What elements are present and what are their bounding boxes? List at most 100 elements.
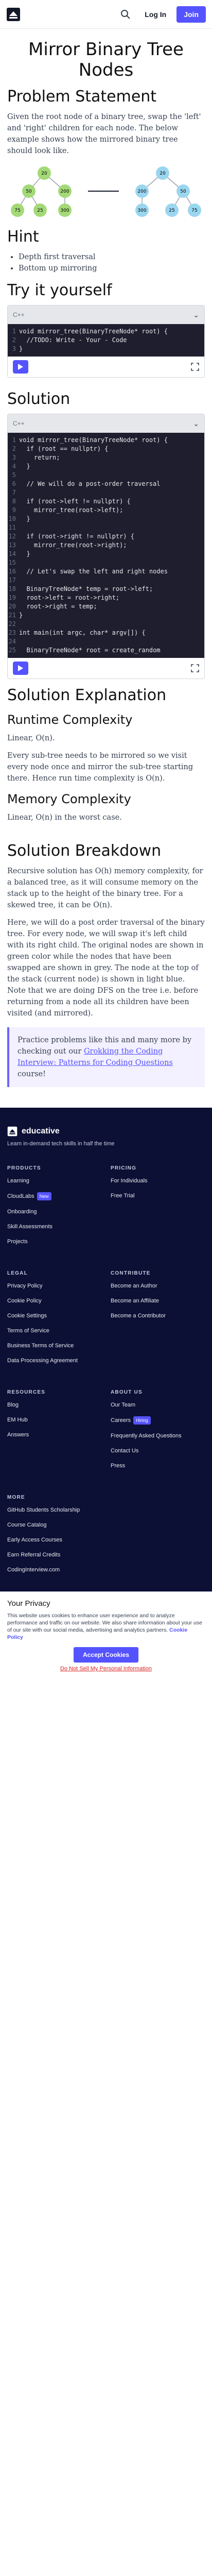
- code-line: 3}: [8, 345, 204, 353]
- code-text: }: [19, 515, 30, 522]
- footer-link-label: Become a Contributor: [111, 1313, 166, 1319]
- code-line: 19 root->left = root->right;: [8, 594, 204, 602]
- line-number: 3: [12, 345, 16, 352]
- try-code-widget: C++ ⌄ 1 void mirror_tree(BinaryTreeNode* …: [7, 305, 205, 378]
- footer-link-label: Free Trial: [111, 1193, 135, 1199]
- footer-link-label: Cookie Policy: [7, 1298, 42, 1304]
- footer-link[interactable]: Business Terms of Service: [7, 1342, 101, 1349]
- footer-link[interactable]: For Individuals: [111, 1177, 205, 1184]
- footer-link[interactable]: Cookie Policy: [7, 1297, 101, 1304]
- code-text: BinaryTreeNode* root = create_random: [19, 647, 161, 654]
- footer-link[interactable]: GitHub Students Scholarship: [7, 1506, 205, 1514]
- footer-link[interactable]: Answers: [7, 1431, 101, 1438]
- code-text: //TODO: Write - Your - Code: [19, 336, 127, 344]
- code-text: }: [19, 463, 30, 470]
- footer-link[interactable]: Terms of Service: [7, 1327, 101, 1334]
- footer-link-label: Contact Us: [111, 1448, 139, 1454]
- footer-link-label: Become an Affiliate: [111, 1298, 159, 1304]
- accept-cookies-button[interactable]: Accept Cookies: [73, 1647, 139, 1663]
- code-line: 2 //TODO: Write - Your - Code: [8, 336, 204, 345]
- footer-link[interactable]: Become a Contributor: [111, 1312, 205, 1319]
- code-line: 18 BinaryTreeNode* temp = root->left;: [8, 585, 204, 594]
- line-number: 7: [12, 489, 16, 496]
- footer-link[interactable]: Skill Assessments: [7, 1223, 101, 1230]
- line-number: 12: [8, 533, 16, 540]
- footer-link[interactable]: CodingInterview.com: [7, 1566, 205, 1573]
- line-number: 17: [8, 577, 16, 584]
- footer-link[interactable]: EM Hub: [7, 1416, 101, 1423]
- code-editor[interactable]: 1 void mirror_tree(BinaryTreeNode* root) …: [8, 324, 204, 357]
- explanation-heading: Solution Explanation: [7, 686, 167, 704]
- footer-link[interactable]: Become an Author: [111, 1282, 205, 1290]
- language-select[interactable]: C++: [13, 311, 25, 318]
- line-number: 24: [8, 638, 16, 645]
- line-number: 2: [12, 445, 16, 452]
- footer-link[interactable]: Learning: [7, 1177, 101, 1184]
- footer-link[interactable]: Projects: [7, 1238, 101, 1245]
- footer-link[interactable]: Become an Affiliate: [111, 1297, 205, 1304]
- footer-link[interactable]: Contact Us: [111, 1447, 205, 1454]
- mirror-tree-diagram: 20 50 200 75 25 300 20 200 50 300 25 75: [11, 166, 201, 217]
- footer-logo[interactable]: educative: [7, 1126, 205, 1137]
- footer-link[interactable]: Free Trial: [111, 1192, 205, 1199]
- code-line: 17: [8, 576, 204, 585]
- footer-link-label: Business Terms of Service: [7, 1343, 74, 1349]
- code-text: root->right = temp;: [19, 603, 97, 610]
- play-icon: [18, 665, 23, 671]
- footer-column: PRODUCTS Learning CloudLabs New Onboarding Sk…: [7, 1165, 101, 1253]
- code-text: void mirror_tree(BinaryTreeNode* root) {: [19, 328, 168, 335]
- tree-node: 50: [22, 184, 36, 198]
- footer-link-label: Answers: [7, 1432, 29, 1438]
- code-line: 25 BinaryTreeNode* root = create_random: [8, 646, 204, 655]
- footer-link[interactable]: Cookie Settings: [7, 1312, 101, 1319]
- footer-column: ABOUT US Our Team Careers Hiring Frequently …: [111, 1389, 205, 1477]
- fullscreen-icon[interactable]: [191, 363, 199, 371]
- footer-tagline: Learn in-demand tech skills in half the …: [7, 1141, 115, 1147]
- footer-column: PRICING For Individuals Free Trial: [111, 1165, 205, 1253]
- line-number: 2: [12, 336, 16, 344]
- footer-link-label: Learning: [7, 1178, 29, 1184]
- footer-link[interactable]: Careers Hiring: [111, 1416, 205, 1425]
- footer-link[interactable]: Our Team: [111, 1401, 205, 1409]
- footer-link[interactable]: Onboarding: [7, 1208, 101, 1215]
- fullscreen-icon[interactable]: [191, 664, 199, 672]
- chevron-down-icon[interactable]: ⌄: [193, 419, 199, 428]
- footer-link[interactable]: Blog: [7, 1401, 101, 1409]
- footer-link[interactable]: Frequently Asked Questions: [111, 1432, 205, 1439]
- run-button[interactable]: [13, 662, 28, 675]
- code-text: root->left = root->right;: [19, 594, 120, 601]
- run-button[interactable]: [13, 360, 28, 374]
- footer-heading: LEGAL: [7, 1270, 28, 1276]
- line-number: 22: [8, 620, 16, 628]
- do-not-sell-link[interactable]: Do Not Sell My Personal Information: [7, 1666, 205, 1672]
- solution-code-widget: C++ ⌄ 1 void mirror_tree(BinaryTreeNode* …: [7, 414, 205, 679]
- language-select[interactable]: C++: [13, 420, 25, 427]
- code-text: void mirror_tree(BinaryTreeNode* root) {: [19, 436, 168, 444]
- educative-logo-icon[interactable]: [6, 7, 21, 22]
- line-number: 16: [8, 568, 16, 575]
- footer-link-label: CloudLabs: [7, 1193, 34, 1199]
- footer-link[interactable]: Data Processing Agreement: [7, 1357, 101, 1364]
- code-editor[interactable]: 1 void mirror_tree(BinaryTreeNode* root) …: [8, 433, 204, 658]
- footer-link-label: Skill Assessments: [7, 1224, 53, 1230]
- login-button[interactable]: Log In: [138, 7, 172, 22]
- chevron-down-icon[interactable]: ⌄: [193, 311, 199, 319]
- tree-node: 25: [165, 204, 179, 217]
- runtime-value: Linear, O(n).: [7, 734, 55, 742]
- code-text: if (root->right != nullptr) {: [19, 533, 134, 540]
- tree-node: 75: [11, 204, 24, 217]
- footer-link[interactable]: Earn Referral Credits: [7, 1551, 205, 1558]
- footer-link[interactable]: Privacy Policy: [7, 1282, 101, 1290]
- footer-link[interactable]: Course Catalog: [7, 1521, 205, 1529]
- footer-link[interactable]: Early Access Courses: [7, 1536, 205, 1544]
- footer-link-label: EM Hub: [7, 1417, 28, 1423]
- footer-link-label: Careers: [111, 1417, 131, 1423]
- tree-node: 20: [156, 166, 169, 180]
- footer-link[interactable]: CloudLabs New: [7, 1192, 101, 1200]
- footer-link[interactable]: Press: [111, 1462, 205, 1469]
- line-number: 14: [8, 550, 16, 557]
- join-button[interactable]: Join: [176, 6, 206, 23]
- search-icon[interactable]: [120, 9, 131, 20]
- code-line: 5: [8, 471, 204, 480]
- footer-brand: educative: [22, 1127, 60, 1136]
